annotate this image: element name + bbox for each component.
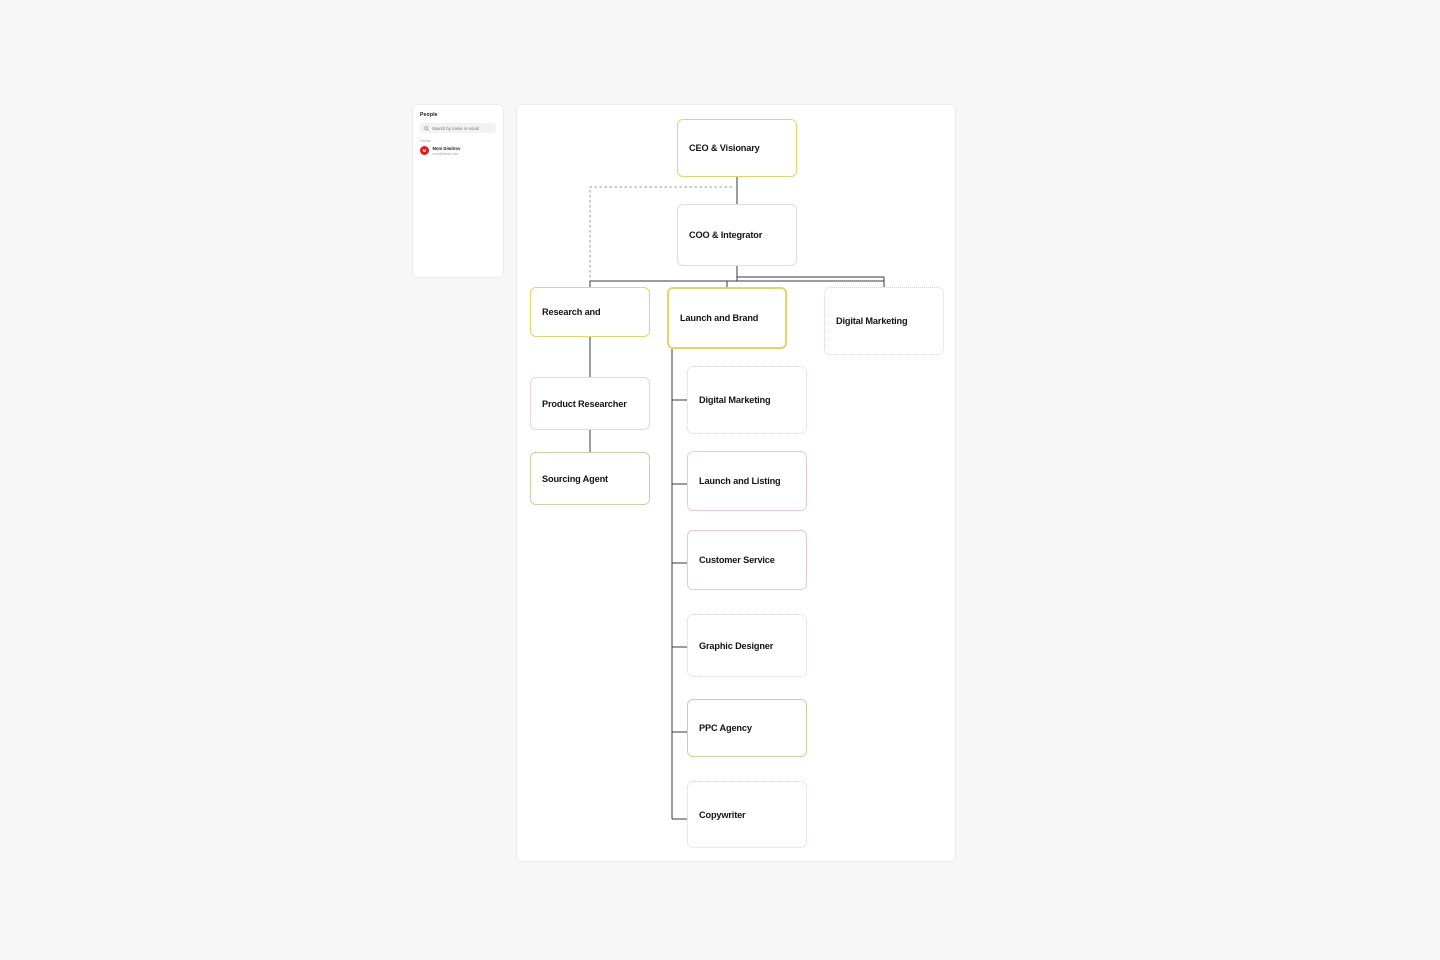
node-copywriter[interactable]: Copywriter: [687, 781, 807, 848]
person-name: Moni Dimitrov: [432, 146, 461, 151]
node-sourcing-agent[interactable]: Sourcing Agent: [530, 452, 650, 505]
node-label: Digital Marketing: [836, 316, 908, 326]
node-label: Sourcing Agent: [542, 473, 608, 484]
person-meta: Moni Dimitrov moni@dimiro.com: [433, 146, 461, 156]
node-product-researcher[interactable]: Product Researcher: [530, 377, 650, 430]
node-graphic-designer[interactable]: Graphic Designer: [687, 614, 807, 677]
app-root: People Online M Moni Dimitrov moni@dimir…: [0, 0, 1440, 960]
node-label: Product Researcher: [542, 398, 627, 409]
node-label: Copywriter: [699, 809, 746, 820]
node-coo[interactable]: COO & Integrator: [677, 204, 797, 266]
org-chart-canvas[interactable]: CEO & Visionary COO & Integrator Researc…: [516, 104, 956, 862]
node-digital-marketing-top[interactable]: Digital Marketing: [824, 287, 944, 355]
node-ppc-agency[interactable]: PPC Agency: [687, 699, 807, 757]
node-digital-marketing-child[interactable]: Digital Marketing: [687, 366, 807, 434]
node-label: Launch and Brand: [680, 313, 759, 323]
node-label: Digital Marketing: [699, 395, 771, 405]
online-section-label: Online: [420, 139, 431, 143]
person-email: moni@dimiro.com: [432, 151, 459, 156]
node-label: Graphic Designer: [699, 640, 774, 651]
node-launch-and-listing[interactable]: Launch and Listing: [687, 451, 807, 511]
node-label: Research and: [542, 307, 601, 317]
node-label: PPC Agency: [699, 723, 752, 733]
node-launch-and-brand[interactable]: Launch and Brand: [667, 287, 787, 349]
node-label: CEO & Visionary: [689, 143, 760, 153]
search-input[interactable]: [432, 125, 492, 131]
people-sidebar: People Online M Moni Dimitrov moni@dimir…: [412, 104, 504, 278]
avatar: M: [420, 146, 429, 156]
node-ceo[interactable]: CEO & Visionary: [677, 119, 797, 177]
search-box[interactable]: [420, 123, 496, 133]
sidebar-title: People: [420, 112, 438, 118]
node-customer-service[interactable]: Customer Service: [687, 530, 807, 590]
search-icon: [424, 125, 429, 131]
node-label: Customer Service: [699, 555, 775, 565]
node-research-and[interactable]: Research and: [530, 287, 650, 337]
list-item[interactable]: M Moni Dimitrov moni@dimiro.com: [420, 146, 496, 156]
node-label: COO & Integrator: [689, 230, 763, 240]
node-label: Launch and Listing: [699, 476, 781, 486]
